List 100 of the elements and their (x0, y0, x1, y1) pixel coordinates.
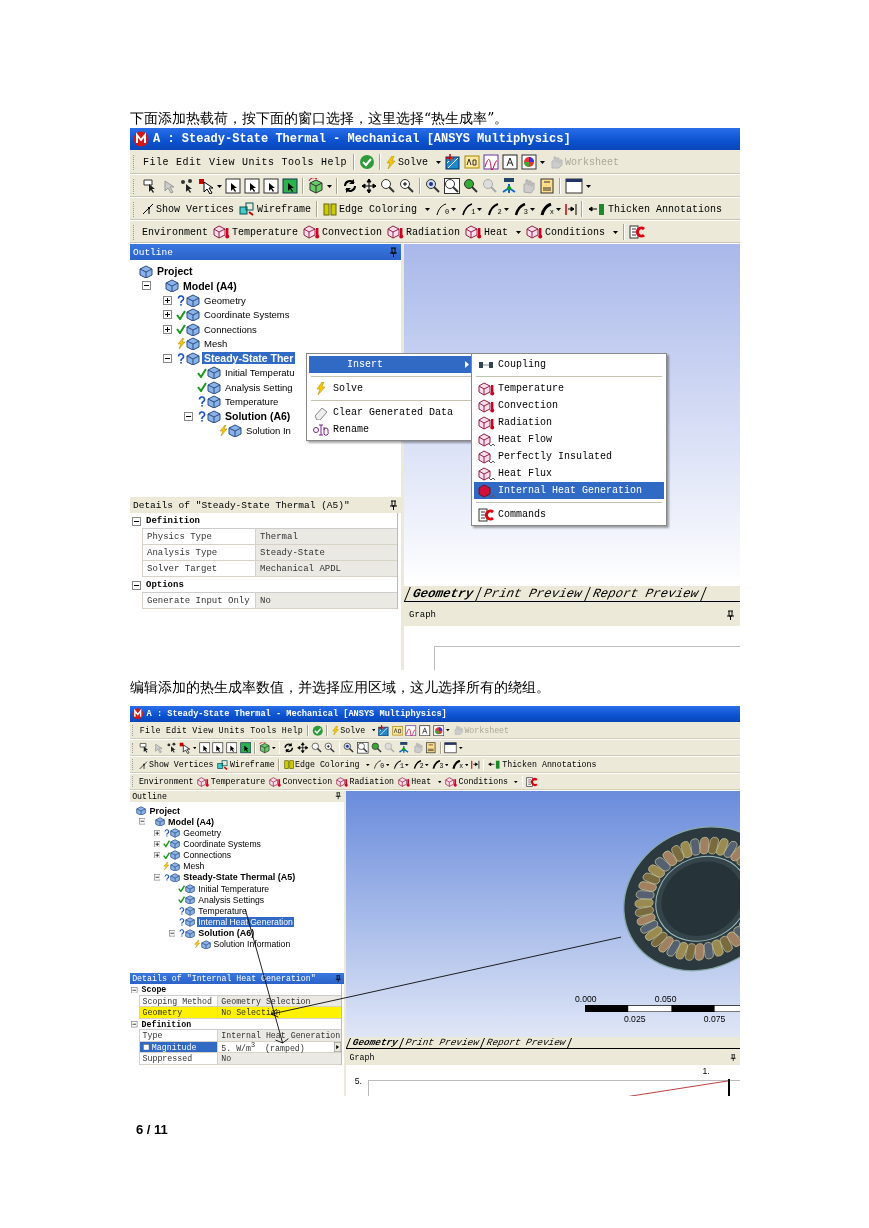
selection-box-icon[interactable] (244, 178, 260, 194)
check-icon[interactable] (312, 724, 324, 737)
graphics-viewport[interactable]: 0.000 0.050 0.025 0.075 (346, 790, 740, 1037)
color-cube-icon[interactable] (521, 154, 538, 170)
toolbar-button[interactable]: Thicken Annotations (587, 202, 724, 216)
flyout-arrow-icon[interactable] (333, 1042, 341, 1053)
toolbar-button[interactable]: Edge Coloring (322, 202, 432, 216)
menu-item[interactable]: Radiation (474, 414, 664, 431)
menu-item[interactable]: Heat Flux (474, 465, 664, 482)
tree-item[interactable]: Solution (A6) (223, 410, 293, 423)
selection-box-icon[interactable] (225, 742, 238, 754)
menu-item[interactable]: Rename (309, 421, 473, 438)
graph-icon[interactable] (405, 724, 417, 737)
zoom-icon[interactable] (370, 742, 383, 754)
menu-item[interactable]: Help (319, 156, 350, 168)
collapse-icon[interactable] (184, 411, 193, 421)
cube-icon[interactable] (258, 742, 271, 754)
ruler-icon[interactable] (425, 742, 437, 754)
collapse-icon[interactable] (131, 516, 141, 526)
check-icon[interactable] (359, 154, 376, 170)
expand-icon[interactable] (153, 851, 161, 859)
collapse-icon[interactable] (163, 353, 172, 363)
frame-icon[interactable] (419, 724, 431, 737)
tree-item[interactable]: Model (A4) (166, 816, 216, 827)
tree-item[interactable]: Solution (A6) (196, 928, 256, 939)
menu-item[interactable]: Heat Flow (474, 431, 664, 448)
tree-item[interactable]: Coordinate Systems (181, 839, 263, 849)
toolbar-button[interactable]: Wireframe (238, 202, 313, 216)
commands-icon[interactable] (526, 776, 538, 787)
selection-box-icon[interactable] (239, 742, 252, 754)
menu-item[interactable]: Perfectly Insulated (474, 448, 664, 465)
zoom-icon[interactable] (343, 742, 355, 754)
label-icon[interactable] (464, 154, 481, 170)
rotate-icon[interactable] (342, 178, 358, 194)
selection-box-icon[interactable] (263, 178, 279, 194)
zoom-in-icon[interactable] (324, 742, 336, 754)
tree-item[interactable]: Coordinate Systems (202, 309, 292, 321)
tree-item[interactable]: Connections (202, 323, 259, 335)
selection-box-icon[interactable] (212, 742, 224, 754)
tab[interactable]: Report Preview (480, 1037, 573, 1048)
menu-item[interactable]: Edit (174, 156, 205, 168)
property-label[interactable]: Generate Input Only (142, 593, 256, 609)
tree-item[interactable]: Connections (181, 850, 233, 861)
toolbar-button[interactable]: Conditions (525, 225, 620, 239)
expand-icon[interactable] (163, 295, 172, 305)
cursor-icon[interactable] (141, 178, 157, 194)
tree-item[interactable]: Geometry (181, 827, 223, 838)
tree-item[interactable]: Steady-State Thermal (A5) (181, 872, 297, 883)
menu-item[interactable]: Clear Generated Data (309, 404, 473, 421)
menu-item[interactable]: Insert (309, 356, 473, 373)
property-label[interactable]: Physics Type (142, 529, 256, 545)
cursor-icon[interactable] (138, 742, 150, 754)
menu-item[interactable]: Commands (474, 506, 664, 523)
move-icon[interactable] (361, 178, 377, 194)
tree-item[interactable]: Mesh (181, 861, 206, 872)
collapse-icon[interactable] (142, 281, 151, 291)
tab[interactable]: Geometry (404, 587, 481, 601)
expand-icon[interactable] (153, 840, 161, 848)
property-label[interactable]: Solver Target (142, 561, 256, 577)
property-value[interactable]: No (256, 593, 397, 609)
collapse-icon[interactable] (131, 580, 141, 590)
tree-item[interactable]: Mesh (202, 338, 230, 350)
tab[interactable]: Report Preview (583, 587, 707, 601)
menu-item[interactable]: File (141, 156, 171, 168)
label-icon[interactable] (391, 724, 404, 737)
tab[interactable]: Print Preview (399, 1037, 485, 1048)
graph-icon[interactable] (483, 154, 500, 170)
menu-item[interactable]: Units (240, 156, 277, 168)
zoom-in-icon[interactable] (399, 178, 415, 194)
menu-item[interactable]: Temperature (474, 380, 664, 397)
selection-box-icon[interactable] (198, 742, 211, 754)
tree-item[interactable]: Analysis Setting (223, 381, 295, 393)
menu-item[interactable]: Solve (309, 380, 473, 397)
property-value[interactable]: Mechanical APDL (256, 561, 397, 577)
menu-item[interactable]: Convection (474, 397, 664, 414)
rotate-icon[interactable] (283, 742, 295, 754)
expand-icon[interactable] (163, 324, 172, 334)
commands-icon[interactable] (629, 225, 646, 239)
cursor-icon[interactable] (165, 742, 178, 754)
cursor-icon[interactable] (198, 178, 214, 194)
cube-icon[interactable] (308, 178, 324, 194)
toolbar-button[interactable]: Temperature (212, 225, 300, 239)
property-value[interactable]: Steady-State (256, 545, 397, 561)
checkbox-icon[interactable] (142, 1043, 149, 1051)
tree-item[interactable]: Initial Temperatu (223, 367, 297, 379)
toolbar-button[interactable]: Convection (302, 225, 384, 239)
menu-item[interactable]: Tools (279, 156, 317, 168)
property-label[interactable]: Analysis Type (142, 545, 256, 561)
tab[interactable]: Geometry (346, 1037, 404, 1048)
tree-item[interactable]: Solution In (244, 425, 293, 437)
cursor-icon[interactable] (179, 742, 191, 754)
window-icon[interactable] (565, 178, 583, 194)
axes-icon[interactable] (398, 742, 410, 754)
tree-item[interactable]: Initial Temperature (196, 883, 271, 894)
property-value[interactable]: Thermal (256, 529, 397, 545)
tree-item[interactable]: Analysis Settings (196, 894, 266, 905)
zoom-icon[interactable] (380, 178, 396, 194)
tree-item[interactable]: Temperature (196, 905, 249, 916)
menu-item[interactable]: Coupling (474, 356, 664, 373)
zoom-icon[interactable] (310, 742, 323, 754)
